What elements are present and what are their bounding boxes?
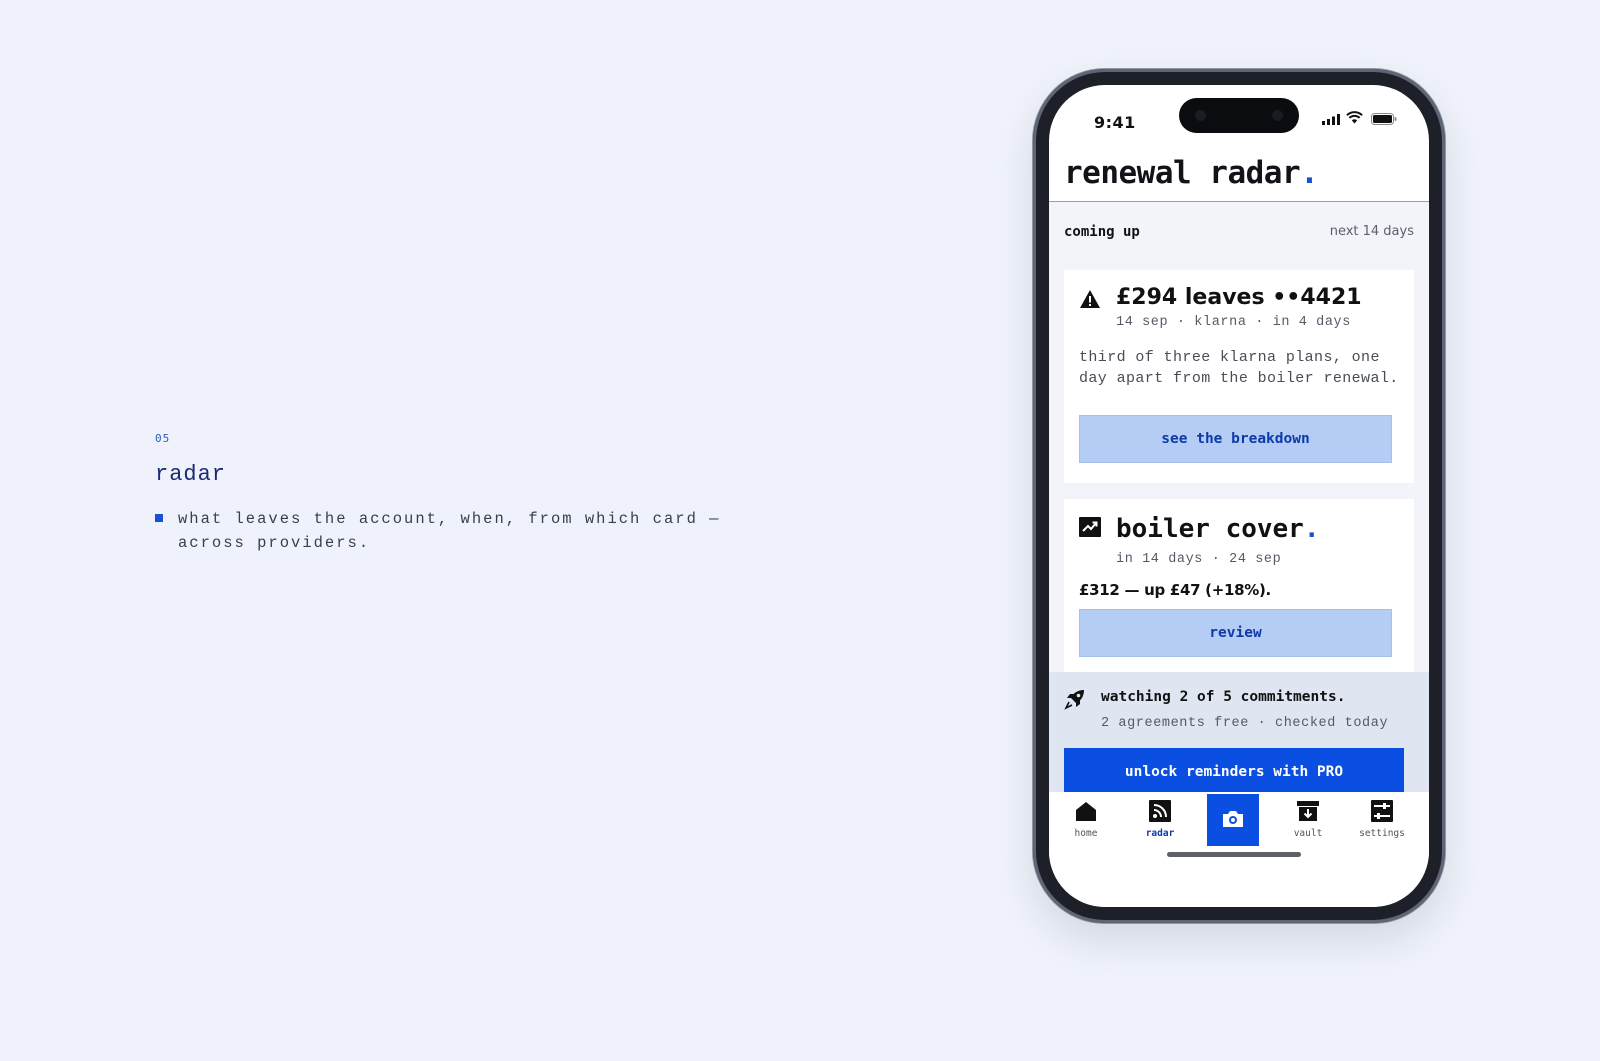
renewal-card: boiler cover. in 14 days · 24 sep £312 —… [1064,499,1414,681]
signal-icon [1322,114,1340,125]
tab-bar: home radar vault settings [1049,792,1429,907]
watching-meta: 2 agreements free · checked today [1101,716,1389,731]
tab-settings[interactable]: settings [1347,792,1417,852]
unlock-pro-button[interactable]: unlock reminders with PRO [1064,748,1404,796]
section-label: coming up [1064,224,1140,240]
main-content: coming up next 14 days £294 leaves ••442… [1049,202,1429,810]
sliders-icon [1371,800,1393,822]
card-price: £312 — up £47 (+18%). [1079,581,1271,599]
review-button[interactable]: review [1079,609,1392,657]
phone-screen: 9:41 renewal radar. coming up next 14 da… [1049,85,1429,907]
tab-home[interactable]: home [1051,792,1121,852]
card-headline-text: boiler cover [1116,514,1304,544]
page-title: renewal radar. [1064,155,1319,191]
tab-vault[interactable]: vault [1273,792,1343,852]
watching-headline: watching 2 of 5 commitments. [1101,689,1346,705]
rocket-icon [1064,690,1084,710]
home-indicator[interactable] [1167,852,1301,857]
card-headline-dot: . [1303,514,1320,544]
card-body: third of three klarna plans, one day apa… [1079,349,1399,387]
alert-card: £294 leaves ••4421 14 sep · klarna · in … [1064,270,1414,483]
card-headline: £294 leaves ••4421 [1116,285,1362,310]
archive-download-icon [1297,801,1319,821]
battery-icon [1371,113,1397,125]
card-meta: in 14 days · 24 sep [1116,552,1282,567]
bullet-square-icon [155,514,163,522]
page-title-text: renewal radar [1064,155,1301,191]
tab-label: settings [1359,828,1405,839]
rss-icon [1149,800,1171,822]
status-time: 9:41 [1094,113,1136,132]
section-range: next 14 days [1329,224,1414,239]
see-breakdown-button[interactable]: see the breakdown [1079,415,1392,463]
feature-description: what leaves the account, when, from whic… [178,510,721,552]
home-icon [1076,802,1096,821]
wifi-icon [1346,111,1363,124]
card-headline: boiler cover. [1116,514,1320,544]
tab-radar[interactable]: radar [1125,792,1195,852]
watching-panel: watching 2 of 5 commitments. 2 agreement… [1049,672,1429,810]
tab-label: radar [1145,828,1175,839]
phone-frame: 9:41 renewal radar. coming up next 14 da… [1033,69,1445,923]
tab-label: home [1074,828,1098,839]
feature-intro: 05 radar what leaves the account, when, … [155,432,815,555]
page-title-dot: . [1300,155,1319,191]
feature-title: radar [155,462,227,487]
tab-label: vault [1293,828,1323,839]
feature-number: 05 [155,432,171,445]
trending-up-icon [1079,517,1101,537]
camera-icon [1223,811,1243,827]
warning-icon [1080,290,1100,308]
camera-button[interactable] [1207,794,1259,846]
card-meta: 14 sep · klarna · in 4 days [1116,315,1351,330]
feature-bullet: what leaves the account, when, from whic… [155,507,815,555]
dynamic-island [1179,98,1299,133]
